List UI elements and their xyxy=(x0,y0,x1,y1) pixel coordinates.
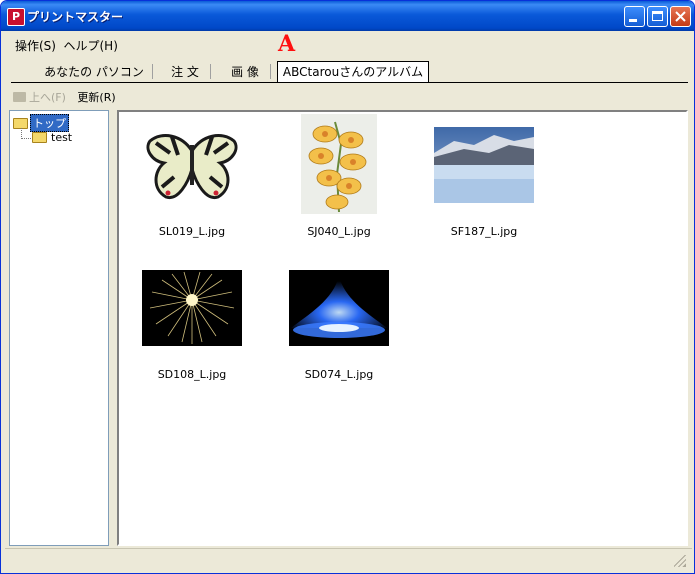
window-title: プリントマスター xyxy=(27,10,124,24)
maximize-button[interactable] xyxy=(647,6,668,27)
menu-operation[interactable]: 操作(S) xyxy=(15,37,56,54)
menu-bar: 操作(S) ヘルプ(H) xyxy=(5,37,120,55)
annotation-label: A xyxy=(278,31,296,57)
pane-splitter[interactable] xyxy=(109,110,117,546)
fireworks-image xyxy=(142,270,242,346)
close-button[interactable] xyxy=(670,6,691,27)
tree-item-label: test xyxy=(51,131,73,144)
up-button[interactable]: 上へ(F) xyxy=(13,89,66,105)
snow-landscape-image xyxy=(434,127,534,203)
up-label: 上へ(F) xyxy=(29,91,66,104)
tab-order[interactable]: 注 文 xyxy=(159,63,211,79)
tree-item-test[interactable]: test xyxy=(32,131,72,145)
maximize-icon xyxy=(652,11,663,21)
folder-up-icon xyxy=(13,92,26,102)
minimize-icon xyxy=(629,19,637,22)
tree-item-label: トップ xyxy=(30,114,69,132)
butterfly-image xyxy=(142,127,242,203)
thumbnail-filename: SJ040_L.jpg xyxy=(307,225,371,238)
refresh-button[interactable]: 更新(R) xyxy=(77,89,115,105)
thumbnail-view: SL019_L.jpg SJ040_L.jpg SF187_L.jpg SD10… xyxy=(117,110,688,546)
thumbnail-filename: SF187_L.jpg xyxy=(450,225,518,238)
minimize-button[interactable] xyxy=(624,6,645,27)
tree-item-top[interactable]: トップ xyxy=(13,114,69,132)
toolbar: 上へ(F) 更新(R) xyxy=(13,89,116,107)
tab-images[interactable]: 画 像 xyxy=(219,63,271,79)
status-bar xyxy=(5,548,692,571)
thumbnail-filename: SD108_L.jpg xyxy=(157,368,227,381)
tab-album[interactable]: ABCtarouさんのアルバム xyxy=(277,61,429,82)
title-bar[interactable]: P プリントマスター xyxy=(1,1,694,31)
tree-connector xyxy=(21,128,31,139)
tab-my-computer[interactable]: あなたの パソコン xyxy=(35,63,153,79)
thumbnail-filename: SD074_L.jpg xyxy=(304,368,374,381)
app-icon[interactable]: P xyxy=(7,8,25,26)
resize-grip-icon[interactable] xyxy=(674,555,686,567)
app-window: P プリントマスター 操作(S) ヘルプ(H) A あなたの パソコン 注 文 … xyxy=(0,0,695,574)
folder-icon xyxy=(32,132,47,143)
folder-tree[interactable]: トップ test xyxy=(9,110,109,546)
tab-strip: あなたの パソコン 注 文 画 像 ABCtarouさんのアルバム xyxy=(11,60,688,83)
blue-flame-image xyxy=(289,270,389,346)
orchid-image xyxy=(301,114,377,214)
close-icon xyxy=(675,11,686,22)
thumbnail-filename: SL019_L.jpg xyxy=(158,225,226,238)
menu-help[interactable]: ヘルプ(H) xyxy=(63,37,117,54)
